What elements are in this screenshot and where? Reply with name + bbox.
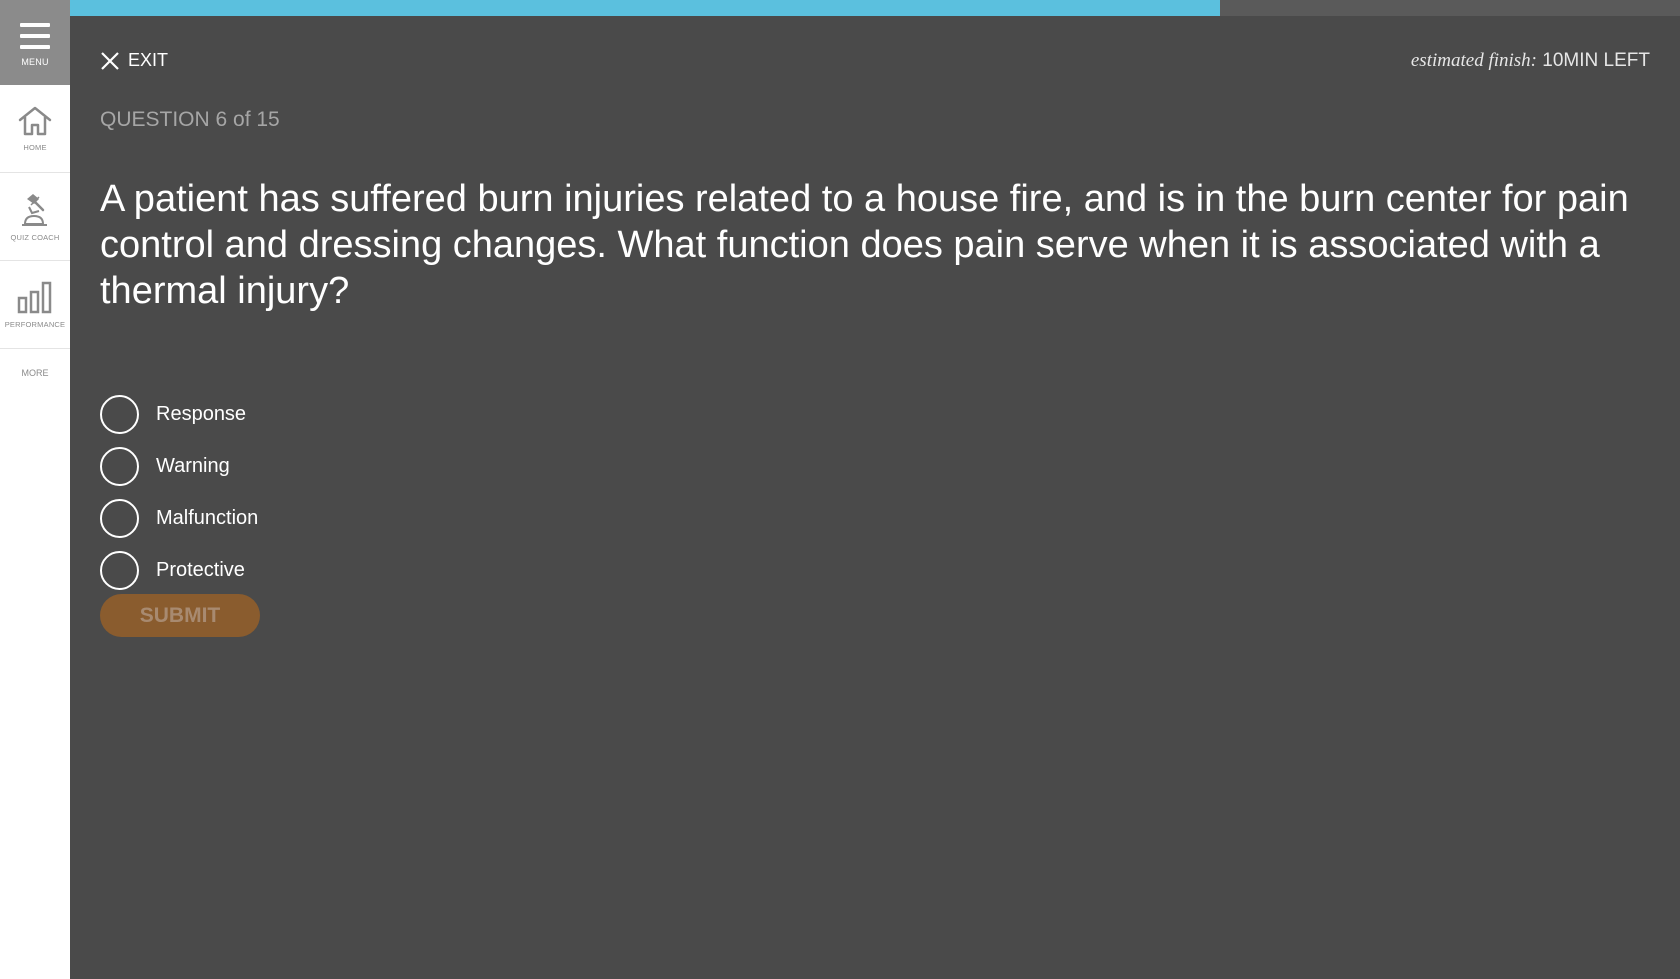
sidebar-item-label: PERFORMANCE [4, 320, 66, 329]
sidebar-item-home[interactable]: HOME [0, 85, 70, 173]
menu-label: MENU [21, 56, 49, 67]
exit-button[interactable]: EXIT [100, 50, 168, 71]
estimate-label: estimated finish: [1410, 50, 1538, 71]
answer-option[interactable]: Protective [100, 544, 258, 596]
answer-label: Response [156, 402, 247, 425]
sidebar-item-label: QUIZ COACH [10, 233, 60, 242]
home-icon [18, 106, 52, 136]
submit-button[interactable]: SUBMIT [100, 594, 260, 637]
answer-label: Malfunction [156, 506, 259, 529]
radio-button[interactable] [100, 498, 139, 538]
radio-button[interactable] [100, 446, 139, 486]
bar-chart-icon [17, 281, 52, 314]
sidebar-item-quiz-coach[interactable]: QUIZ COACH [0, 173, 70, 261]
menu-button[interactable]: MENU [0, 0, 70, 85]
question-number: QUESTION 6 of 15 [100, 108, 280, 131]
estimated-finish: estimated finish: 10MIN LEFT [1411, 50, 1650, 72]
sidebar: MENU HOME QUIZ COACH PERFORMANCE MORE [0, 0, 70, 979]
question-text: A patient has suffered burn injuries rel… [100, 178, 1629, 312]
answer-options: Response Warning Malfunction Protective [100, 388, 258, 596]
sidebar-item-more[interactable]: MORE [0, 349, 70, 397]
radio-button[interactable] [100, 394, 139, 434]
answer-option[interactable]: Response [100, 388, 258, 440]
radio-button[interactable] [100, 550, 139, 590]
quiz-main: EXIT estimated finish: 10MIN LEFT QUESTI… [70, 16, 1680, 979]
hamburger-icon [20, 22, 50, 49]
progress-fill [70, 0, 1221, 16]
quiz-coach-icon [22, 194, 47, 226]
answer-label: Protective [156, 558, 245, 581]
close-icon [101, 51, 119, 70]
sidebar-item-label: HOME [23, 143, 47, 152]
exit-label: EXIT [128, 50, 169, 70]
answer-label: Warning [156, 454, 230, 477]
answer-option[interactable]: Malfunction [100, 492, 258, 544]
sidebar-item-performance[interactable]: PERFORMANCE [0, 261, 70, 349]
progress-bar [70, 0, 1680, 16]
answer-option[interactable]: Warning [100, 440, 258, 492]
estimate-value: 10MIN LEFT [1542, 50, 1650, 71]
